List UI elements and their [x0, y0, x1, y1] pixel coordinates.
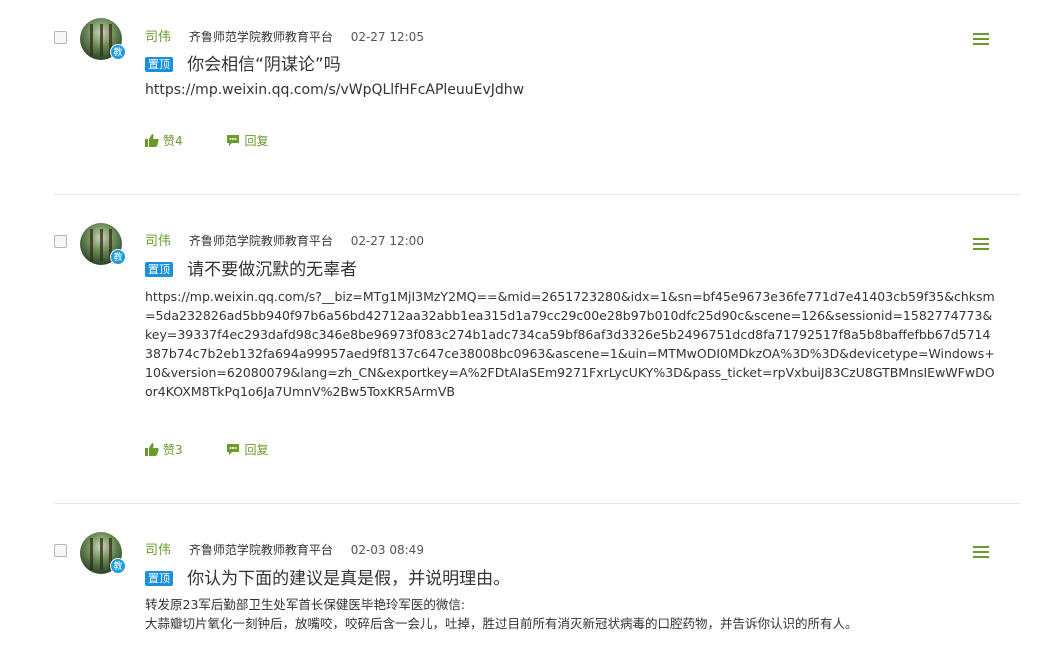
- thumbs-up-icon: [145, 134, 159, 147]
- like-button[interactable]: 赞3: [145, 441, 183, 458]
- post-feed: 教 司伟 齐鲁师范学院教师教育平台 02-27 12:05 置顶 你会相信“阴谋…: [0, 0, 1050, 657]
- pin-badge: 置顶: [145, 571, 173, 586]
- pin-badge: 置顶: [145, 262, 173, 277]
- avatar[interactable]: 教: [80, 532, 126, 574]
- post-time: 02-03 08:49: [350, 543, 424, 557]
- post-select-checkbox[interactable]: [54, 235, 67, 248]
- post-body[interactable]: https://mp.weixin.qq.com/s/vWpQLlfHFcAPl…: [145, 80, 997, 101]
- reply-label: 回复: [244, 134, 269, 148]
- post-body-line: 转发原23军后勤部卫生处军首长保健医毕艳玲军医的微信:: [145, 597, 466, 612]
- avatar[interactable]: 教: [80, 223, 126, 265]
- post-meta: 司伟 齐鲁师范学院教师教育平台 02-03 08:49: [145, 539, 424, 558]
- divider: [54, 503, 1020, 504]
- reply-button[interactable]: 回复: [226, 132, 268, 149]
- post-time: 02-27 12:05: [350, 30, 424, 44]
- menu-icon[interactable]: [973, 238, 989, 250]
- post-actions: 赞3 回复: [145, 441, 308, 458]
- post-select-checkbox[interactable]: [54, 31, 67, 44]
- post-title[interactable]: 你会相信“阴谋论”吗: [187, 55, 341, 75]
- post-title[interactable]: 请不要做沉默的无辜者: [187, 260, 357, 280]
- teacher-badge: 教: [110, 558, 126, 574]
- post-body-line: 大蒜瓣切片氧化一刻钟后，放嘴咬，咬碎后含一会儿，吐掉，胜过目前所有消灭新冠状病毒…: [145, 616, 858, 631]
- post-select-checkbox[interactable]: [54, 544, 67, 557]
- post-meta: 司伟 齐鲁师范学院教师教育平台 02-27 12:05: [145, 26, 424, 45]
- teacher-badge: 教: [110, 44, 126, 60]
- post-meta: 司伟 齐鲁师范学院教师教育平台 02-27 12:00: [145, 230, 424, 249]
- author-name[interactable]: 司伟: [145, 543, 171, 558]
- reply-label: 回复: [244, 443, 269, 457]
- like-count: 赞3: [163, 443, 183, 457]
- chat-bubble-icon: [227, 135, 240, 146]
- org-name: 齐鲁师范学院教师教育平台: [188, 543, 333, 557]
- chat-bubble-icon: [227, 444, 240, 455]
- pin-badge: 置顶: [145, 57, 173, 72]
- post-title[interactable]: 你认为下面的建议是真是假，并说明理由。: [187, 569, 510, 589]
- post-title-row: 置顶 你会相信“阴谋论”吗: [145, 50, 341, 75]
- avatar[interactable]: 教: [80, 18, 126, 60]
- post-actions: 赞4 回复: [145, 132, 308, 149]
- post-title-row: 置顶 你认为下面的建议是真是假，并说明理由。: [145, 564, 510, 589]
- thumbs-up-icon: [145, 443, 159, 456]
- post-body[interactable]: https://mp.weixin.qq.com/s?__biz=MTg1MjI…: [145, 287, 997, 401]
- like-button[interactable]: 赞4: [145, 132, 183, 149]
- menu-icon[interactable]: [973, 33, 989, 45]
- author-name[interactable]: 司伟: [145, 30, 171, 45]
- reply-button[interactable]: 回复: [226, 441, 268, 458]
- post-title-row: 置顶 请不要做沉默的无辜者: [145, 255, 357, 280]
- org-name: 齐鲁师范学院教师教育平台: [188, 234, 333, 248]
- post-body[interactable]: 转发原23军后勤部卫生处军首长保健医毕艳玲军医的微信: 大蒜瓣切片氧化一刻钟后，…: [145, 595, 997, 633]
- teacher-badge: 教: [110, 249, 126, 265]
- author-name[interactable]: 司伟: [145, 234, 171, 249]
- post-time: 02-27 12:00: [350, 234, 424, 248]
- menu-icon[interactable]: [973, 546, 989, 558]
- like-count: 赞4: [163, 134, 183, 148]
- divider: [54, 194, 1020, 195]
- org-name: 齐鲁师范学院教师教育平台: [188, 30, 333, 44]
